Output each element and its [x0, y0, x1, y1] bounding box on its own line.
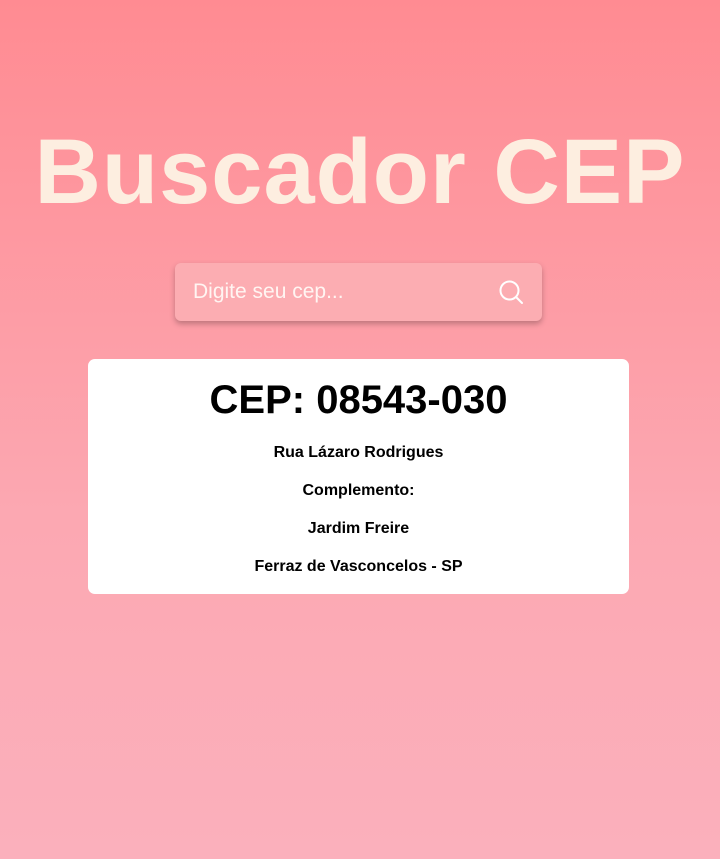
- page-title: Buscador CEP: [34, 121, 686, 223]
- city-state-text: Ferraz de Vasconcelos - SP: [254, 558, 463, 575]
- neighborhood-text: Jardim Freire: [307, 520, 410, 537]
- cep-search-input[interactable]: [191, 271, 496, 313]
- search-button[interactable]: [496, 277, 526, 307]
- complement-text: Complemento:: [302, 482, 415, 499]
- cep-title: CEP: 08543-030: [209, 378, 508, 422]
- address-result-card: CEP: 08543-030 Rua Lázaro Rodrigues Comp…: [88, 359, 629, 594]
- street-text: Rua Lázaro Rodrigues: [273, 444, 444, 461]
- search-bar: [175, 263, 542, 321]
- search-icon: [499, 280, 523, 304]
